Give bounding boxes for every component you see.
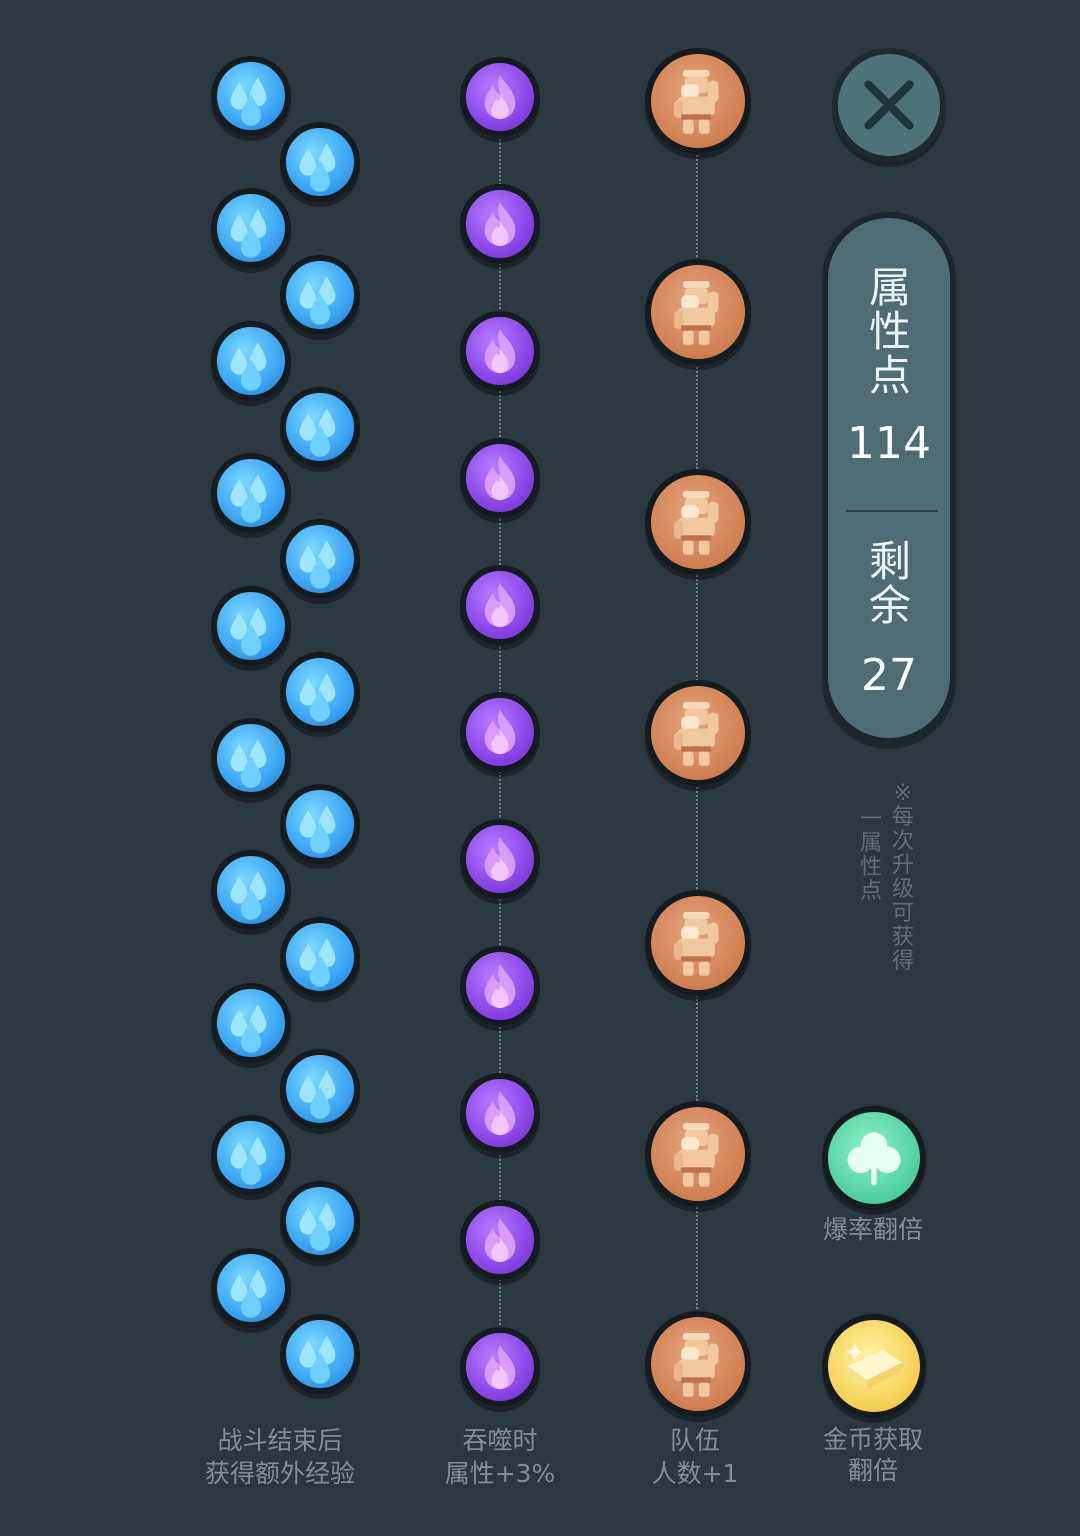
water-node[interactable] — [280, 122, 360, 203]
warrior-icon — [674, 490, 719, 555]
warrior-icon — [674, 1122, 719, 1187]
water-node[interactable] — [280, 784, 360, 865]
water-node[interactable] — [211, 718, 291, 798]
water-drop-icon — [299, 1070, 336, 1119]
water-node[interactable] — [211, 453, 291, 534]
fire-node[interactable] — [460, 946, 540, 1026]
fire-node[interactable] — [460, 57, 540, 137]
water-node[interactable] — [280, 519, 360, 600]
water-node[interactable] — [280, 1181, 360, 1262]
hero-node[interactable] — [645, 679, 751, 786]
flame-icon — [484, 1344, 516, 1390]
hero-node[interactable] — [645, 1311, 751, 1417]
fire-node[interactable] — [460, 1073, 540, 1153]
fire-node[interactable] — [460, 565, 540, 645]
water-drop-icon — [299, 275, 336, 325]
flame-icon — [484, 1090, 516, 1136]
level-up-note-line1: ※ 每次升级可获得 — [891, 781, 914, 974]
flame-icon — [484, 582, 516, 628]
flame-icon — [484, 74, 516, 120]
warrior-icon — [674, 69, 719, 134]
water-drop-icon — [299, 1335, 336, 1384]
gold-bonus-button[interactable] — [822, 1314, 926, 1418]
fire-node[interactable] — [460, 692, 540, 772]
hero-node[interactable] — [645, 469, 751, 575]
fire-node[interactable] — [460, 1200, 540, 1280]
clover-icon — [847, 1132, 901, 1186]
hero-node[interactable] — [645, 258, 751, 365]
flame-icon — [484, 709, 516, 755]
water-drop-icon — [299, 540, 336, 590]
flame-icon — [484, 963, 516, 1009]
attribute-points-panel: 属性点 114 剩余 27 — [822, 212, 956, 744]
gold-bonus-label: 金币获取 翻倍 — [822, 1425, 923, 1485]
flame-icon — [484, 1217, 516, 1263]
water-drop-icon — [230, 77, 267, 126]
flame-icon — [484, 201, 516, 247]
hero-column-label: 队伍 人数+1 — [651, 1426, 739, 1488]
water-drop-icon — [230, 1136, 267, 1185]
gold-bar-icon — [845, 1343, 903, 1389]
fire-node[interactable] — [460, 438, 540, 518]
drop-rate-bonus-button[interactable] — [822, 1106, 926, 1210]
warrior-icon — [674, 701, 719, 766]
water-node[interactable] — [211, 585, 291, 666]
fire-column-label: 吞噬时 属性+3% — [444, 1426, 556, 1488]
remaining-label: 剩余 — [868, 537, 911, 630]
fire-node[interactable] — [460, 311, 540, 391]
water-column-label: 战斗结束后 获得额外经验 — [204, 1426, 355, 1488]
water-drop-icon — [299, 805, 336, 854]
flame-icon — [484, 455, 516, 501]
water-node[interactable] — [280, 916, 360, 997]
water-node[interactable] — [211, 982, 291, 1063]
water-drop-icon — [230, 739, 267, 788]
attribute-points-label: 属性点 — [868, 263, 911, 400]
water-node[interactable] — [280, 1049, 360, 1129]
warrior-icon — [674, 1332, 719, 1397]
flame-icon — [484, 328, 516, 374]
fire-node[interactable] — [460, 1327, 540, 1407]
water-drop-icon — [230, 871, 267, 921]
water-node[interactable] — [211, 320, 291, 401]
warrior-icon — [674, 280, 719, 345]
close-icon — [864, 80, 914, 130]
hero-node[interactable] — [645, 48, 751, 154]
remaining-value: 27 — [861, 650, 917, 701]
water-drop-icon — [230, 342, 267, 391]
panel-divider — [846, 510, 938, 512]
level-up-note-line2: 一属性点 — [859, 807, 882, 904]
water-node[interactable] — [211, 56, 291, 136]
water-node[interactable] — [211, 850, 291, 931]
water-drop-icon — [299, 143, 336, 192]
hero-node[interactable] — [645, 1100, 751, 1207]
water-node[interactable] — [280, 387, 360, 467]
water-node[interactable] — [211, 1247, 291, 1328]
water-node[interactable] — [211, 188, 291, 269]
flame-icon — [484, 836, 516, 882]
water-drop-icon — [299, 408, 336, 457]
warrior-icon — [674, 911, 719, 976]
attribute-points-value: 114 — [847, 418, 931, 469]
water-drop-icon — [299, 673, 336, 722]
close-button[interactable] — [832, 48, 946, 162]
water-node[interactable] — [211, 1115, 291, 1196]
water-drop-icon — [299, 937, 336, 987]
drop-rate-bonus-label: 爆率翻倍 — [822, 1215, 923, 1244]
fire-node[interactable] — [460, 819, 540, 899]
water-drop-icon — [299, 1202, 336, 1252]
water-drop-icon — [230, 474, 267, 523]
water-drop-icon — [230, 1268, 267, 1318]
fire-node[interactable] — [460, 184, 540, 264]
water-drop-icon — [230, 606, 267, 656]
water-drop-icon — [230, 1004, 267, 1053]
hero-node[interactable] — [645, 890, 751, 996]
water-node[interactable] — [280, 651, 360, 732]
water-node[interactable] — [280, 1313, 360, 1394]
water-node[interactable] — [280, 254, 360, 335]
water-drop-icon — [230, 209, 267, 259]
